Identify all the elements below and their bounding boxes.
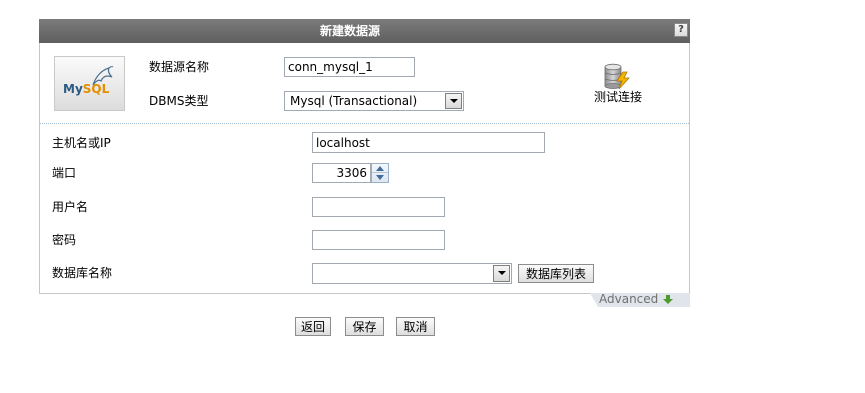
datasource-name-input[interactable] [284, 57, 415, 77]
dbms-type-label: DBMS类型 [149, 94, 209, 108]
database-list-button[interactable]: 数据库列表 [518, 264, 594, 283]
expand-down-icon [663, 295, 673, 304]
username-label: 用户名 [52, 200, 89, 214]
back-button[interactable]: 返回 [295, 317, 331, 336]
dbms-type-select[interactable]: Mysql (Transactional) [284, 91, 464, 111]
dialog-header: 新建数据源 ? [39, 19, 690, 43]
triangle-down-icon [376, 175, 384, 180]
test-connection-button[interactable]: 测试连接 [592, 62, 644, 106]
username-input[interactable] [312, 197, 445, 217]
help-icon[interactable]: ? [674, 23, 688, 37]
port-label: 端口 [52, 166, 77, 180]
dbms-type-selected-value: Mysql (Transactional) [290, 94, 418, 108]
database-name-label: 数据库名称 [52, 266, 113, 280]
host-input[interactable] [312, 132, 545, 153]
port-spinner[interactable] [371, 163, 389, 183]
logo-text-my: My [63, 82, 83, 96]
logo-text: MySQL [63, 82, 109, 96]
password-input[interactable] [312, 230, 445, 250]
database-name-select[interactable] [312, 263, 512, 284]
dropdown-arrow-icon[interactable] [445, 93, 462, 109]
password-label: 密码 [52, 233, 77, 247]
advanced-label: Advanced [599, 292, 659, 306]
logo-text-sql: SQL [82, 82, 110, 96]
save-button[interactable]: 保存 [345, 317, 384, 336]
spinner-up-icon[interactable] [372, 164, 388, 173]
dialog-title: 新建数据源 [319, 24, 380, 38]
dropdown-arrow-icon[interactable] [493, 265, 510, 282]
test-connection-label: 测试连接 [594, 90, 643, 104]
triangle-down-icon [498, 271, 506, 275]
triangle-down-icon [450, 99, 458, 103]
advanced-toggle[interactable]: Advanced [590, 293, 690, 307]
spinner-down-icon[interactable] [372, 173, 388, 182]
datasource-name-label: 数据源名称 [149, 60, 210, 74]
cancel-button[interactable]: 取消 [396, 317, 435, 336]
mysql-logo: MySQL [54, 56, 125, 111]
port-input[interactable] [312, 163, 371, 183]
section-divider [40, 123, 689, 124]
database-test-icon [604, 63, 630, 90]
host-label: 主机名或IP [52, 136, 111, 150]
triangle-up-icon [376, 166, 384, 171]
